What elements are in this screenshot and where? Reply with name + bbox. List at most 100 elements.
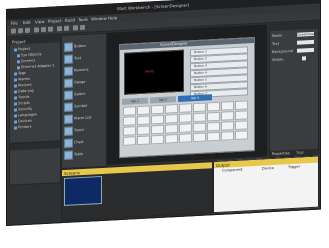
tree-item[interactable]: Screen1 [17,58,35,63]
keypad-key[interactable] [221,131,234,141]
keypad-key[interactable] [221,111,234,121]
property-value-field[interactable]: ScreenDesigner [297,32,321,37]
tree-item[interactable]: Devices [14,119,32,124]
keypad-key[interactable] [151,134,164,145]
keypad-key[interactable] [193,122,206,133]
open-icon[interactable] [18,28,23,34]
paste-icon[interactable] [48,26,53,32]
keypad-key[interactable] [165,113,178,124]
keypad-key[interactable] [193,102,206,113]
palette-item-symbol[interactable]: Symbol [64,100,108,112]
keypad-key[interactable] [221,121,234,131]
display-screen[interactable]: Hello [124,49,184,95]
form-tab-1[interactable]: Tab 1 [122,97,148,105]
keypad-key[interactable] [193,132,206,143]
palette-item-alarm-list[interactable]: Alarm List [64,112,108,124]
column-header-component[interactable]: Component [222,168,242,173]
keypad-key[interactable] [123,136,136,146]
keypad-key[interactable] [137,125,150,136]
keypad-key[interactable] [235,130,248,140]
button-icon [64,42,73,52]
keypad-key[interactable] [137,105,150,116]
property-value-field[interactable] [297,39,314,45]
menu-project[interactable]: Project [48,18,62,24]
tree-item[interactable]: Tags [14,71,26,76]
tab-tags[interactable]: Tags [296,150,304,154]
menu-window[interactable]: Window [91,16,107,22]
keypad-key[interactable] [193,112,206,123]
minimize-icon[interactable]: – [300,0,305,2]
keypad-key[interactable] [179,103,192,113]
palette-item-text[interactable]: Text [64,52,108,64]
property-value-field[interactable] [297,47,314,53]
tree-item[interactable]: Alarms [14,77,30,82]
keypad-key[interactable] [151,114,164,125]
run-icon[interactable] [80,24,85,31]
tree-item[interactable]: Languages [14,112,37,117]
palette-item-switch[interactable]: Switch [64,88,108,100]
menu-build[interactable]: Build [65,17,75,23]
keypad-key[interactable] [123,116,136,126]
keypad-key[interactable] [207,111,220,122]
new-icon[interactable] [11,28,16,34]
screens-title: Screens [64,170,80,176]
screen-thumbnail[interactable] [64,175,102,206]
form-tab-2[interactable]: Tab 2 [150,96,176,104]
palette-item-chart[interactable]: Chart [64,136,108,148]
keypad-key[interactable] [165,133,178,144]
copy-icon[interactable] [41,26,46,33]
tree-item[interactable]: Printers [14,125,31,130]
menu-tools[interactable]: Tools [78,17,88,23]
undo-icon[interactable] [57,26,62,32]
menu-view[interactable]: View [35,19,45,24]
keypad-key[interactable] [207,131,220,142]
screen-designer-form[interactable]: ScreenDesigner Hello Button 1 Button 2 B… [119,36,255,159]
tree-item[interactable]: Sys Objects [17,52,41,57]
keypad-key[interactable] [235,100,248,110]
keypad-key[interactable] [207,121,220,132]
tree-item[interactable]: Ethernet Adapter 1 [17,63,54,69]
palette-item-table[interactable]: Table [64,148,108,160]
keypad-key[interactable] [151,124,164,135]
column-header-trigger[interactable]: Trigger [288,165,300,170]
tree-item[interactable]: Recipes [14,83,32,88]
keypad-key[interactable] [123,126,136,136]
save-icon[interactable] [25,27,30,34]
redo-icon[interactable] [64,25,69,31]
text-icon [64,54,73,64]
keypad-key[interactable] [235,110,248,120]
menu-help[interactable]: Help [108,15,117,20]
tree-item[interactable]: Data Log [14,89,34,94]
palette-item-button[interactable]: Button [64,40,108,52]
tab-properties[interactable]: Properties [272,151,290,156]
menu-file[interactable]: File [11,20,18,25]
keypad-key[interactable] [165,123,178,134]
cut-icon[interactable] [34,27,39,33]
keypad-key[interactable] [165,103,178,114]
maximize-icon[interactable]: □ [306,0,311,1]
palette-item-numeric[interactable]: Numeric [64,64,108,76]
keypad-key[interactable] [179,133,192,143]
keypad-key[interactable] [123,106,136,116]
keypad-key[interactable] [151,104,164,115]
keypad-key[interactable] [137,115,150,126]
keypad-key[interactable] [137,135,150,146]
tree-item[interactable]: Trends [14,95,29,100]
column-header-device[interactable]: Device [262,166,274,171]
palette-item-trend[interactable]: Trend [64,124,108,136]
menu-edit[interactable]: Edit [23,20,31,25]
keypad-key[interactable] [235,120,248,130]
keypad-key[interactable] [207,101,220,112]
tree-item[interactable]: Scripts [14,101,30,106]
keypad-key[interactable] [221,101,234,111]
keypad-key[interactable] [179,113,192,123]
design-canvas[interactable]: ScreenDesigner Hello Button 1 Button 2 B… [107,24,267,165]
tree-item[interactable]: Security [14,107,32,112]
close-icon[interactable]: × [312,0,317,1]
keypad-key[interactable] [179,123,192,133]
form-tab-3[interactable]: Tab 3 [178,94,212,102]
build-icon[interactable] [73,25,78,31]
visible-checkbox[interactable] [302,56,306,61]
palette-item-gauge[interactable]: Gauge [64,76,108,88]
tree-item[interactable]: Project [14,47,30,52]
